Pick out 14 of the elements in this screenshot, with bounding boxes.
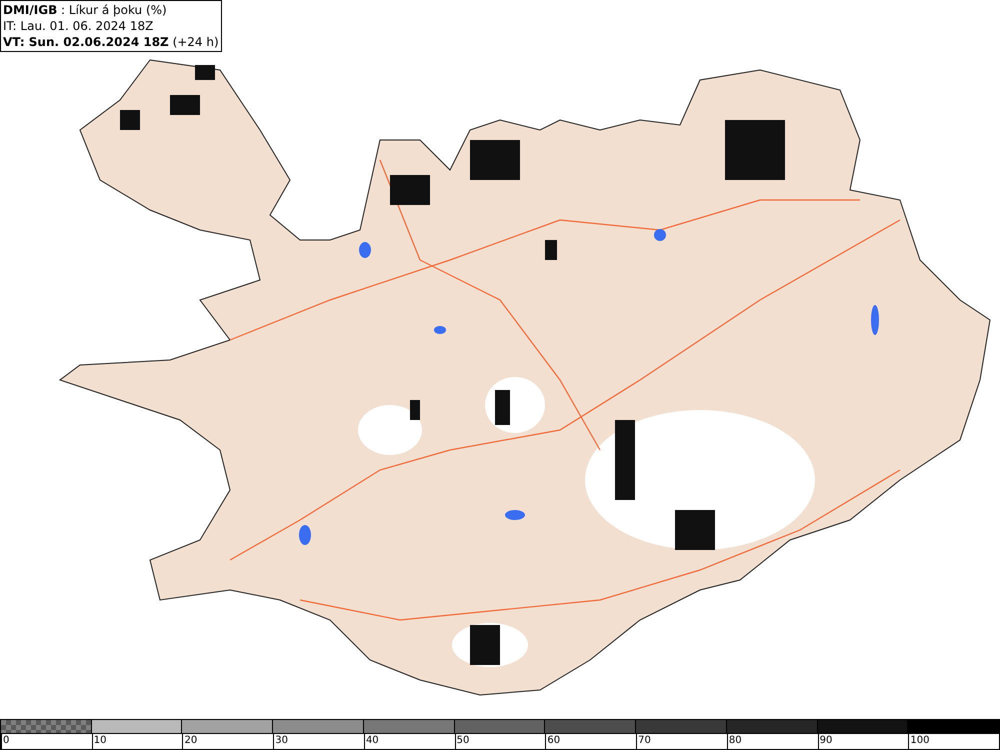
legend-tick-label: 0 [2, 734, 10, 747]
map-info-text: IT: Lau. 01. 06. 2024 18Z [3, 18, 154, 34]
legend-tick-label: 20 [183, 734, 198, 747]
legend-tick-label: 50 [456, 734, 470, 747]
legend-tick-label: 80 [728, 734, 742, 747]
legend-tick-label: 90 [818, 734, 832, 747]
legend-tick-label: 70 [637, 734, 651, 747]
legend-tick-label: 100 [909, 734, 930, 747]
legend-tick-label: 10 [92, 734, 106, 747]
legend-tick-label: 30 [274, 734, 288, 747]
legend-tick-label: 60 [546, 734, 560, 747]
map-info-text: VT: Sun. 02.06.2024 18Z (+24 h) [3, 34, 219, 50]
map-info-text: DMI/IGB : Líkur á þoku (%) [3, 2, 168, 18]
legend-tick-label: 40 [364, 734, 379, 747]
